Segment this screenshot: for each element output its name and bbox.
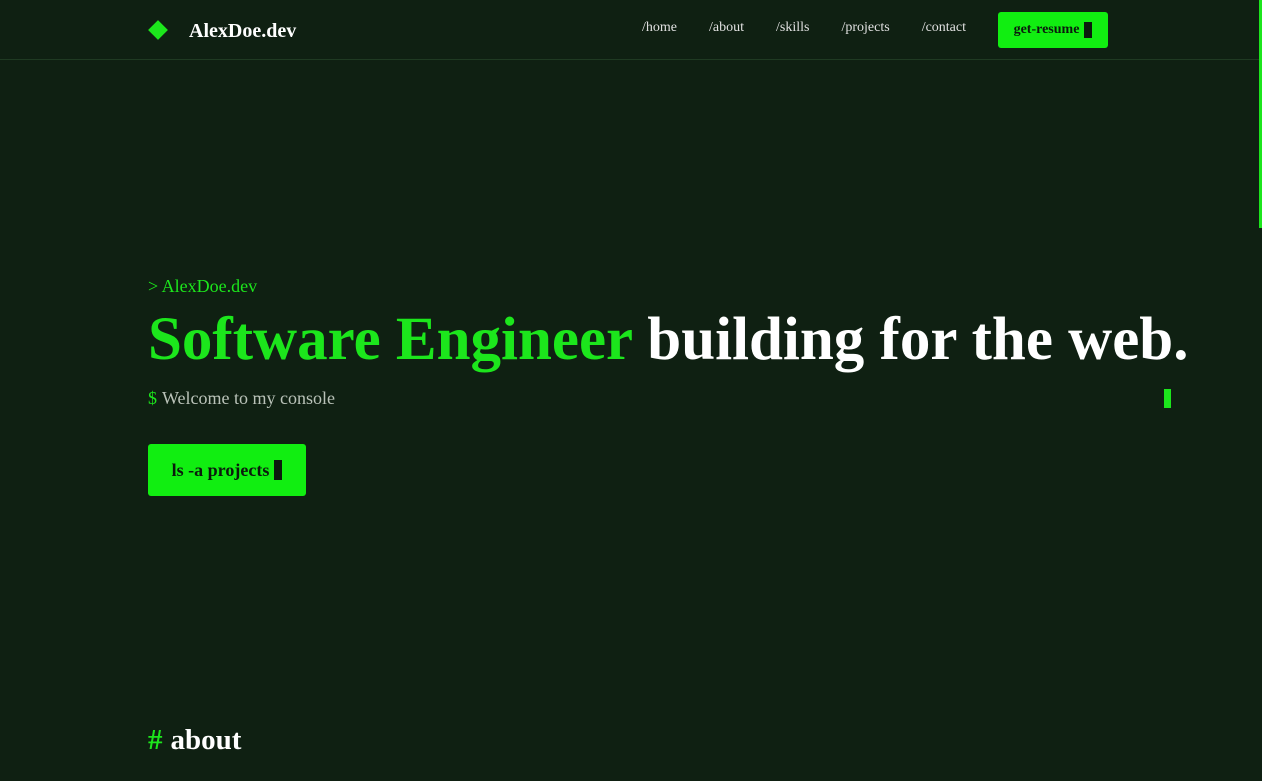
headline-accent: Software Engineer — [148, 306, 633, 373]
nav-link-about[interactable]: /about — [709, 20, 744, 36]
console-line: $ Welcome to my console — [148, 388, 335, 409]
console-dollar-symbol: $ — [148, 388, 157, 408]
block-cursor-icon — [274, 460, 283, 480]
nav-link-contact[interactable]: /contact — [922, 20, 966, 36]
projects-cta-button[interactable]: ls -a projects — [148, 444, 306, 496]
diamond-icon — [148, 20, 168, 40]
hash-symbol: # — [148, 724, 163, 756]
headline-rest: building for the web. — [647, 306, 1189, 373]
about-title: about — [170, 724, 242, 756]
top-navbar: AlexDoe.dev /home /about /skills /projec… — [0, 0, 1262, 60]
brand-logo-link[interactable]: AlexDoe.dev — [148, 14, 296, 46]
nav-links: /home /about /skills /projects /contact — [642, 20, 966, 36]
block-cursor-icon — [1084, 22, 1093, 38]
nav-link-skills[interactable]: /skills — [776, 20, 809, 36]
typing-cursor-icon — [1164, 389, 1171, 408]
hero-headline: Software Engineer building for the web. — [148, 304, 1188, 376]
hero-prompt: > AlexDoe.dev — [148, 276, 258, 296]
nav-link-home[interactable]: /home — [642, 20, 677, 36]
get-resume-button[interactable]: get-resume — [998, 12, 1108, 48]
projects-cta-label: ls -a projects — [171, 459, 270, 480]
about-section-heading: # about — [148, 722, 241, 758]
brand-name: AlexDoe.dev — [189, 19, 297, 42]
nav-link-projects[interactable]: /projects — [841, 20, 889, 36]
console-text: Welcome to my console — [162, 388, 336, 408]
get-resume-label: get-resume — [1013, 22, 1080, 37]
